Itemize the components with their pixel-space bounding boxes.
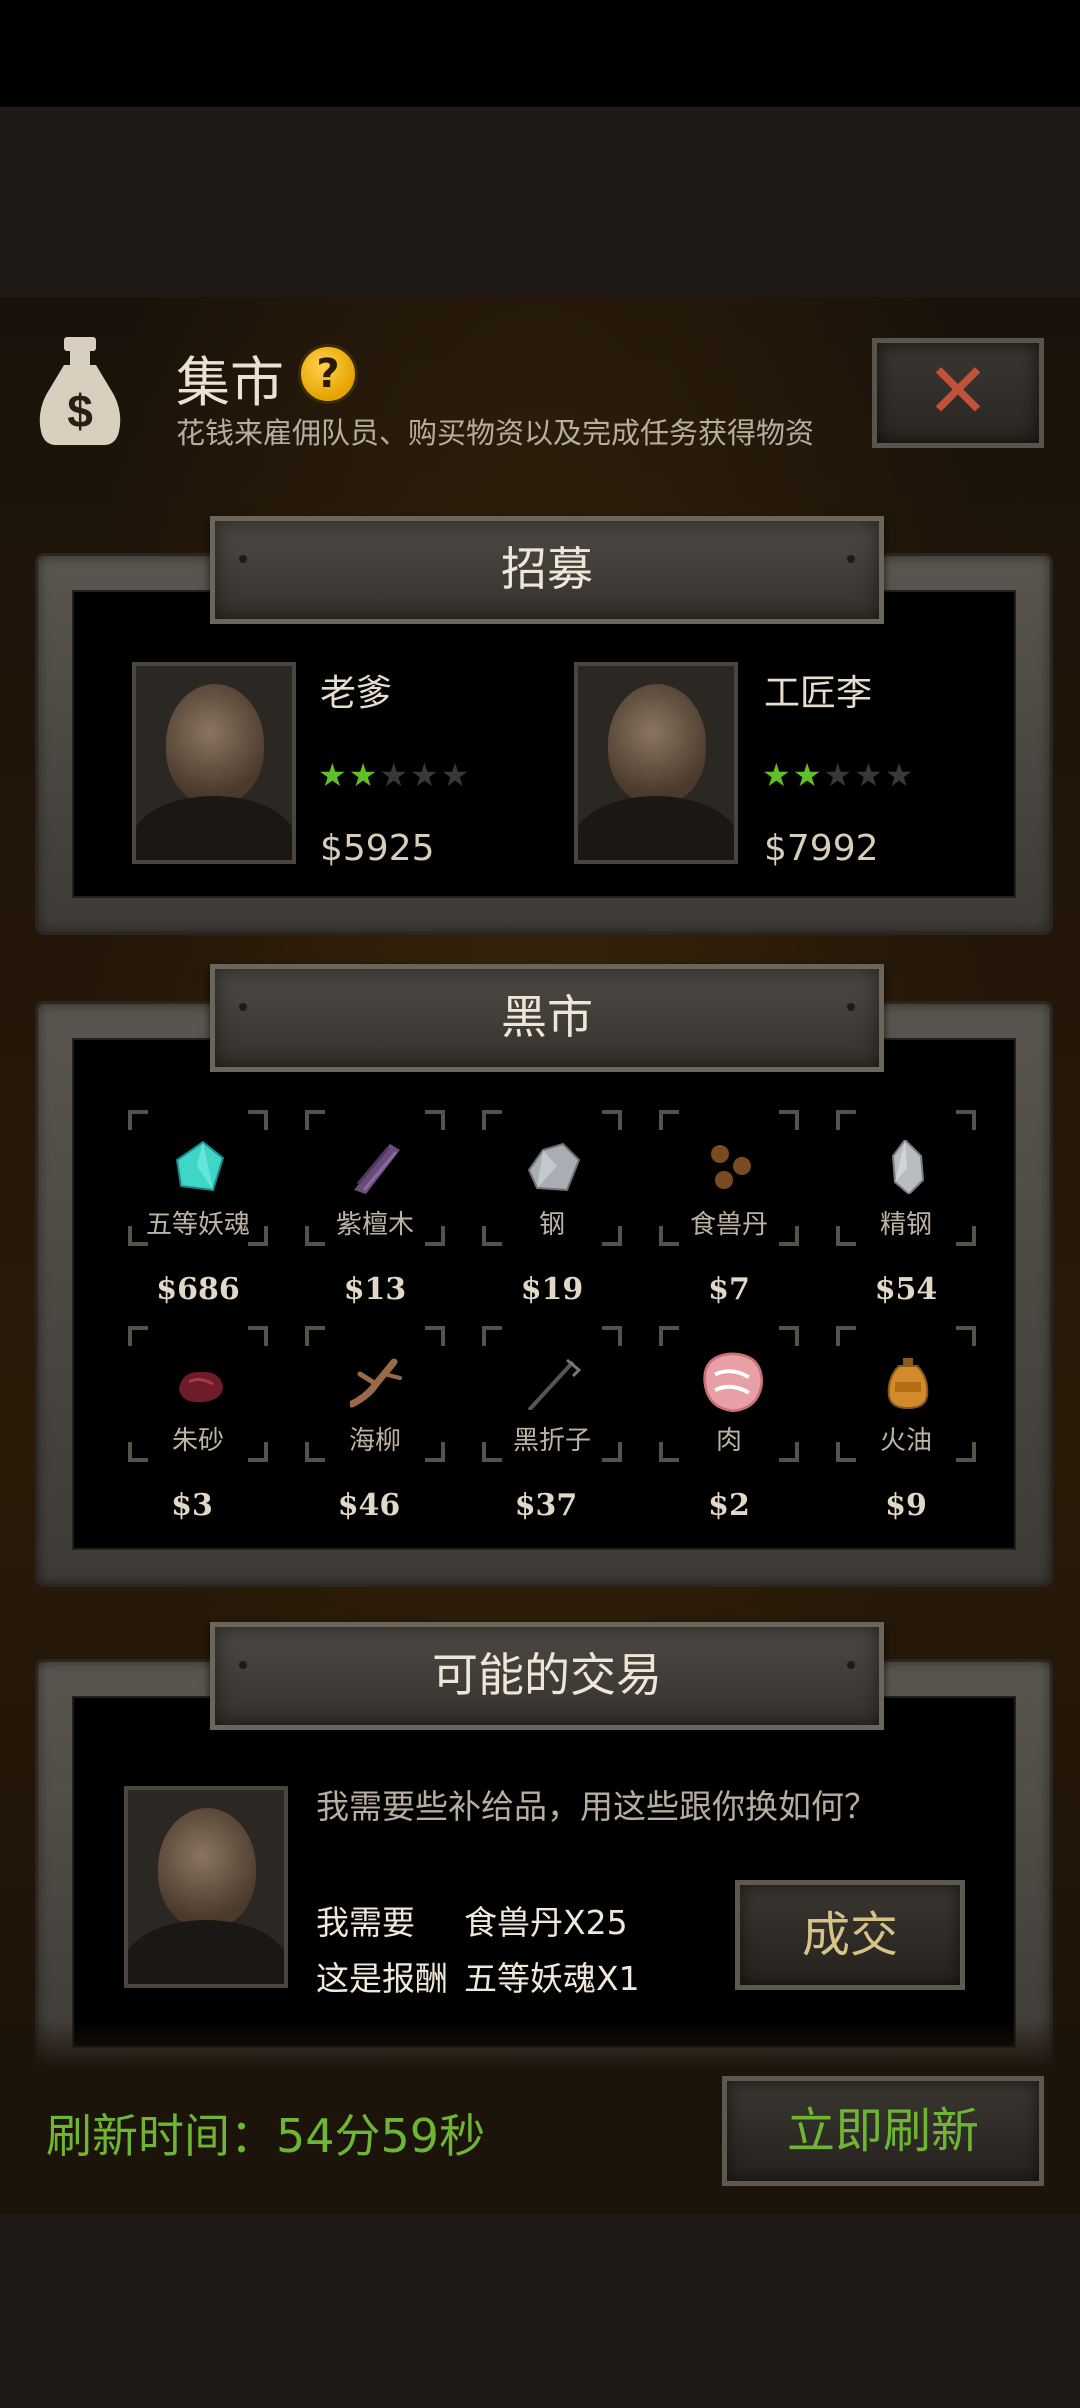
market-item-price: $19 [520,1272,584,1307]
money-bag-icon: $ [39,337,121,445]
market-item-slot[interactable]: 食兽丹 [659,1110,799,1246]
fire-stick-icon [527,1358,581,1410]
market-item-name: 海柳 [348,1426,401,1456]
market-item-slot[interactable]: 海柳 [305,1326,445,1462]
market-item-slot[interactable]: 肉 [659,1326,799,1462]
market-item-price: $3 [171,1488,213,1523]
market-item-name: 朱砂 [171,1426,224,1456]
steel-ore-icon [527,1142,581,1192]
market-item-name: 精钢 [879,1210,932,1240]
cinnabar-icon [179,1371,223,1403]
market-item-name: 黑折子 [512,1426,591,1456]
trade-message: 我需要些补给品，用这些跟你换如何？ [316,1787,877,1826]
trade-title: 可能的交易 [432,1648,662,1702]
market-item-slot[interactable]: 五等妖魂 [128,1110,268,1246]
market-item-price: $7 [708,1272,750,1307]
market-item-price: $46 [337,1488,401,1523]
market-item-slot[interactable]: 朱砂 [128,1326,268,1462]
trade-need-label: 我需要 [316,1903,415,1942]
recruit-title-plaque: 招募 [210,516,884,624]
market-item-price: $54 [874,1272,938,1307]
recruit-stars-2: ★★★★★ [762,756,916,794]
trade-title-plaque: 可能的交易 [210,1622,884,1730]
market-item-name: 钢 [538,1210,565,1240]
branch-icon [350,1358,402,1408]
meat-icon [703,1352,764,1413]
market-item-slot[interactable]: 精钢 [836,1110,976,1246]
market-item-name: 五等妖魂 [145,1210,250,1240]
refined-steel-icon [891,1140,925,1194]
page-title: 集市 [176,351,284,414]
svg-text:$: $ [67,385,93,437]
top-spacer [0,107,1080,297]
pills-icon [711,1145,751,1189]
close-icon: ✕ [926,346,990,435]
refresh-now-button[interactable]: 立即刷新 [722,2076,1044,2186]
trade-reward-label: 这是报酬 [316,1959,448,1998]
recruit-name-1: 老爹 [320,673,393,714]
trade-need-value: 食兽丹X25 [464,1903,628,1942]
market-item-price: $13 [343,1272,407,1307]
status-bar [0,0,1080,107]
deal-button[interactable]: 成交 [735,1880,965,1990]
refresh-timer: 刷新时间：54分59秒 [46,2109,486,2163]
recruit-title: 招募 [501,542,593,596]
market-item-price: $9 [885,1488,927,1523]
black-market-title: 黑市 [501,990,593,1044]
close-button[interactable]: ✕ [872,338,1044,448]
help-icon[interactable]: ? [298,344,358,404]
market-item-slot[interactable]: 紫檀木 [305,1110,445,1246]
market-item-price: $37 [514,1488,578,1523]
market-item-name: 食兽丹 [689,1210,768,1240]
trade-reward-value: 五等妖魂X1 [464,1959,640,1998]
market-item-slot[interactable]: 火油 [836,1326,976,1462]
market-item-price: $2 [708,1488,750,1523]
recruit-portrait-2[interactable] [574,662,738,864]
market-item-price: $686 [156,1272,240,1307]
wood-icon [354,1144,400,1194]
black-market-title-plaque: 黑市 [210,964,884,1072]
recruit-stars-1: ★★★★★ [318,756,472,794]
recruit-price-1: $5925 [320,828,435,869]
recruit-price-2: $7992 [764,828,879,869]
recruit-name-2: 工匠李 [764,673,873,714]
page-subtitle: 花钱来雇佣队员、购买物资以及完成任务获得物资 [176,416,815,450]
recruit-portrait-1[interactable] [132,662,296,864]
trader-portrait [124,1786,288,1988]
market-item-name: 火油 [879,1426,932,1456]
oil-jar-icon [887,1358,929,1410]
bottom-spacer [0,2214,1080,2408]
market-item-slot[interactable]: 钢 [482,1110,622,1246]
crystal-icon [175,1140,225,1192]
market-item-slot[interactable]: 黑折子 [482,1326,622,1462]
market-item-name: 紫檀木 [335,1210,414,1240]
market-item-name: 肉 [715,1426,742,1456]
